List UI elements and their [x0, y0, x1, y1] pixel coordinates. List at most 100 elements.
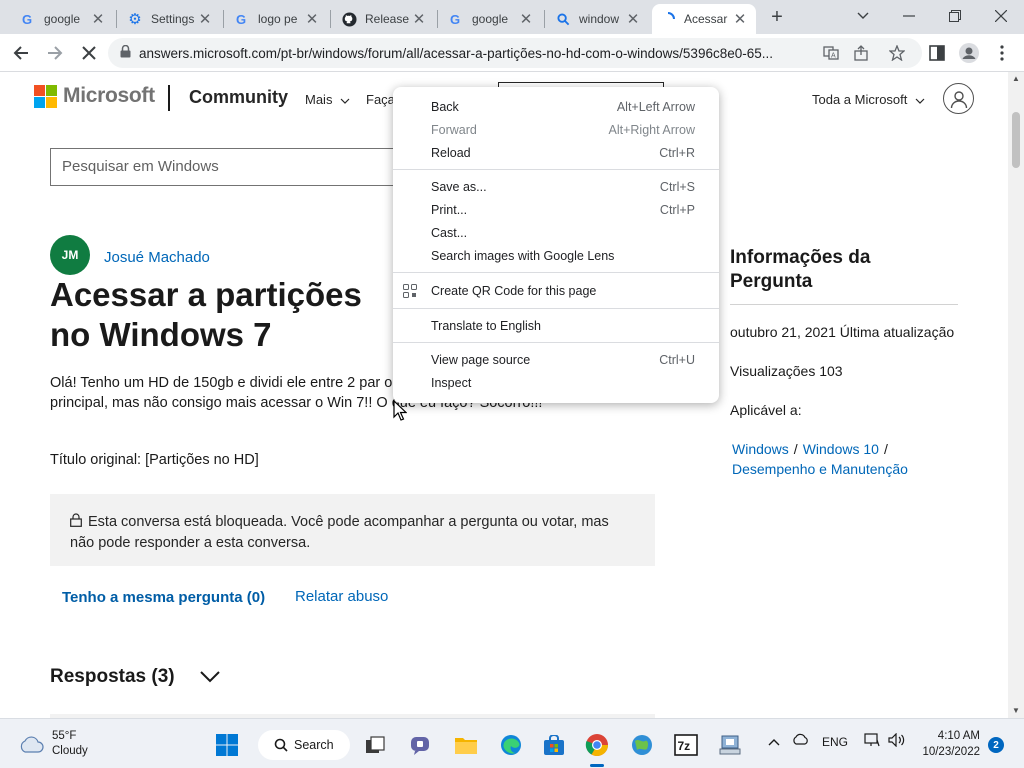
search-input[interactable]: Pesquisar em Windows [50, 148, 410, 186]
weather-widget[interactable]: 55°F Cloudy [18, 729, 88, 759]
tab-search-chevron-icon[interactable] [840, 0, 886, 32]
7zip-icon[interactable]: 7z [670, 729, 702, 761]
tag-link[interactable]: Windows [732, 441, 789, 457]
volume-icon[interactable] [888, 732, 906, 750]
menu-item-print[interactable]: Print... Ctrl+P [393, 199, 719, 221]
menu-item-label: Translate to English [431, 319, 542, 333]
translate-icon[interactable]: A [820, 42, 842, 64]
close-tab-icon[interactable]: ✕ [732, 10, 748, 28]
loading-spinner-icon [660, 11, 676, 27]
close-tab-icon[interactable]: ✕ [197, 10, 213, 28]
menu-item-shortcut: Alt+Right Arrow [608, 123, 696, 137]
qr-code-icon [403, 284, 417, 298]
bookmark-star-icon[interactable] [886, 42, 908, 64]
tab-title: logo pe [258, 12, 298, 26]
microsoft-squares-icon [34, 84, 57, 108]
close-tab-icon[interactable]: ✕ [90, 10, 106, 28]
task-view-icon[interactable] [359, 729, 391, 761]
edge-browser-icon[interactable] [495, 729, 527, 761]
question-title: Acessar a partições no Windows 7 [50, 276, 362, 353]
same-question-button[interactable]: Tenho a mesma pergunta (0) [62, 589, 265, 606]
notification-badge[interactable]: 2 [988, 737, 1004, 753]
microsoft-logo[interactable]: Microsoft [34, 84, 155, 108]
minimize-button[interactable] [886, 0, 932, 32]
close-tab-icon[interactable]: ✕ [625, 10, 641, 28]
avatar[interactable]: JM [50, 235, 90, 275]
menu-item-google-lens[interactable]: Search images with Google Lens [393, 245, 719, 267]
scroll-down-icon[interactable]: ▼ [1008, 704, 1024, 718]
account-icon[interactable] [943, 83, 974, 114]
browser-menu-kebab-icon[interactable] [987, 38, 1017, 68]
address-bar[interactable]: answers.microsoft.com/pt-br/windows/foru… [108, 38, 922, 68]
menu-item-shortcut: Ctrl+P [659, 203, 695, 217]
menu-item-cast[interactable]: Cast... [393, 222, 719, 244]
menu-separator [393, 308, 719, 309]
close-tab-icon[interactable]: ✕ [518, 10, 534, 28]
file-explorer-icon[interactable] [450, 729, 482, 761]
chrome-browser-icon[interactable] [581, 729, 613, 761]
microsoft-store-icon[interactable] [538, 729, 570, 761]
scroll-up-icon[interactable]: ▲ [1008, 72, 1024, 86]
language-indicator[interactable]: ENG [822, 735, 848, 749]
menu-separator [393, 342, 719, 343]
restore-button[interactable] [932, 0, 978, 32]
menu-item-back[interactable]: Back Alt+Left Arrow [393, 96, 719, 118]
menu-item-shortcut: Ctrl+U [659, 353, 695, 367]
menu-item-label: Search images with Google Lens [431, 249, 615, 263]
stop-loading-button[interactable] [74, 38, 104, 68]
report-abuse-link[interactable]: Relatar abuso [295, 588, 388, 605]
search-icon [274, 738, 288, 752]
tag-link[interactable]: Desempenho e Manutenção [732, 461, 908, 477]
show-hidden-icons-chevron-icon[interactable] [768, 735, 780, 749]
close-tab-icon[interactable]: ✕ [411, 10, 427, 28]
profile-avatar-icon[interactable] [954, 38, 984, 68]
maps-app-icon[interactable] [626, 729, 658, 761]
display-icon[interactable] [864, 733, 880, 750]
community-link[interactable]: Community [189, 87, 288, 108]
menu-item-label: Create QR Code for this page [431, 284, 597, 298]
browser-tab[interactable]: G google ✕ [12, 4, 114, 34]
browser-tab[interactable]: ⚙ Settings ✕ [119, 4, 221, 34]
taskbar-clock[interactable]: 4:10 AM 10/23/2022 [912, 728, 980, 760]
back-button[interactable] [6, 38, 36, 68]
mouse-cursor-icon [393, 400, 407, 421]
author-link[interactable]: Josué Machado [104, 249, 210, 266]
menu-item-translate[interactable]: Translate to English [393, 315, 719, 337]
nav-faca[interactable]: Faça [366, 92, 395, 107]
browser-toolbar: answers.microsoft.com/pt-br/windows/foru… [0, 34, 1024, 72]
start-windows-icon[interactable] [211, 729, 243, 761]
share-icon[interactable] [850, 42, 872, 64]
menu-item-save-as[interactable]: Save as... Ctrl+S [393, 176, 719, 198]
network-app-icon[interactable] [714, 729, 746, 761]
taskbar-search-button[interactable]: Search [258, 730, 350, 760]
forward-button[interactable] [40, 38, 70, 68]
menu-item-view-source[interactable]: View page source Ctrl+U [393, 349, 719, 371]
all-microsoft-menu[interactable]: Toda a Microsoft [812, 92, 925, 107]
browser-tab[interactable]: window ✕ [547, 4, 649, 34]
close-window-button[interactable] [978, 0, 1024, 32]
locked-notice-text: Esta conversa está bloqueada. Você pode … [70, 514, 609, 551]
teams-chat-icon[interactable] [405, 729, 437, 761]
tag-link[interactable]: Windows 10 [803, 441, 879, 457]
menu-item-shortcut: Alt+Left Arrow [616, 100, 695, 114]
onedrive-cloud-icon[interactable] [792, 733, 810, 748]
browser-tab[interactable]: G logo pe ✕ [226, 4, 328, 34]
close-tab-icon[interactable]: ✕ [304, 10, 320, 28]
browser-tab[interactable]: G google ✕ [440, 4, 542, 34]
svg-text:G: G [236, 12, 246, 26]
nav-more[interactable]: Mais [305, 92, 350, 107]
lock-icon[interactable] [120, 44, 131, 61]
browser-tab-active[interactable]: Acessar ✕ [652, 4, 756, 34]
browser-tab[interactable]: Release ✕ [333, 4, 435, 34]
chevron-down-icon[interactable] [199, 668, 221, 684]
menu-item-shortcut: Ctrl+S [659, 180, 695, 194]
page-scrollbar[interactable]: ▲ ▼ [1008, 72, 1024, 718]
side-panel-icon[interactable] [922, 38, 952, 68]
menu-item-inspect[interactable]: Inspect [393, 372, 719, 394]
menu-item-reload[interactable]: Reload Ctrl+R [393, 142, 719, 164]
github-icon [341, 11, 357, 27]
scrollbar-thumb[interactable] [1012, 112, 1020, 168]
new-tab-button[interactable]: + [766, 4, 788, 30]
menu-item-qr-code[interactable]: Create QR Code for this page [393, 280, 719, 302]
menu-item-forward[interactable]: Forward Alt+Right Arrow [393, 119, 719, 141]
